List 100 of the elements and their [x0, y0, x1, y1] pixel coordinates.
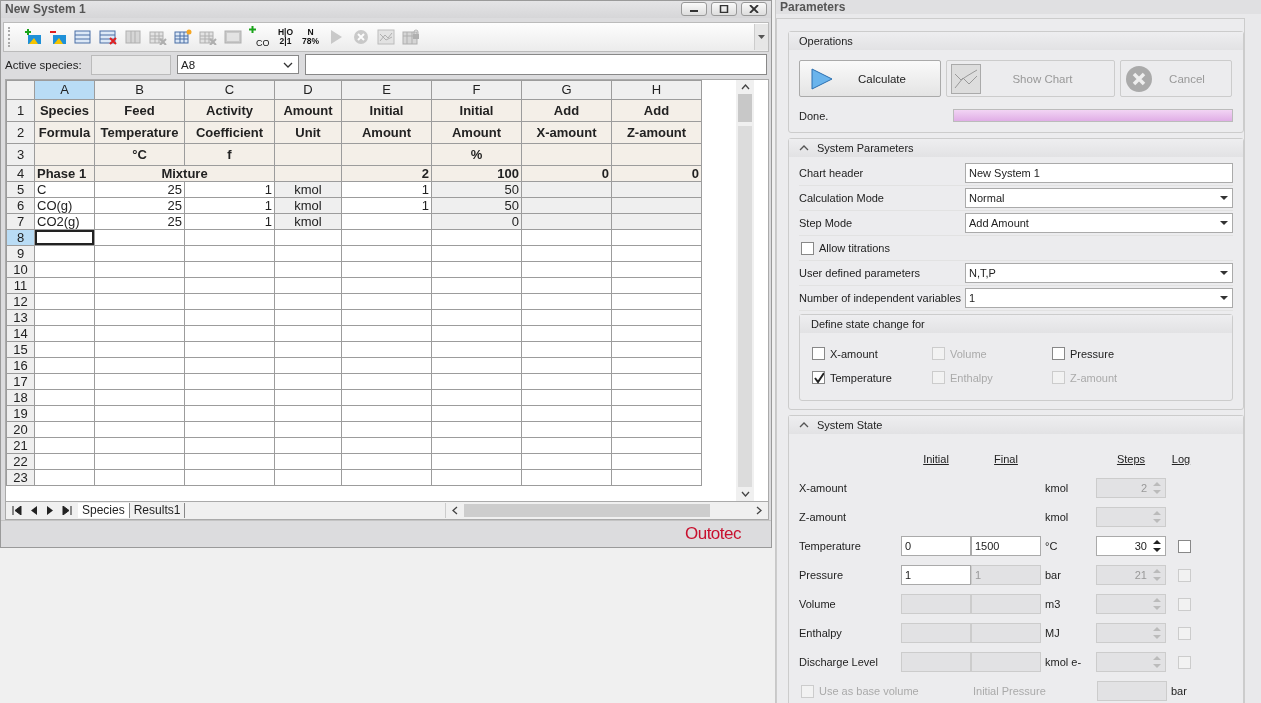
formula-field[interactable]	[305, 54, 767, 76]
logo-text: Outotec	[684, 524, 741, 545]
cell-name-box[interactable]: A8	[177, 55, 299, 75]
column-heading: Initial	[923, 453, 949, 465]
row-label: Pressure	[799, 569, 845, 581]
selected-cell[interactable]	[34, 230, 95, 246]
row-header[interactable]: 2	[6, 122, 35, 144]
scroll-thumb[interactable]	[464, 504, 710, 518]
column-header[interactable]: F	[431, 81, 522, 100]
maximize-button[interactable]	[711, 2, 737, 17]
spin-arrows-icon	[1153, 481, 1161, 495]
caret-icon	[1220, 196, 1228, 200]
final-field[interactable]: 1500	[971, 536, 1041, 556]
vertical-scrollbar[interactable]	[736, 80, 754, 502]
dropdown[interactable]: Add Amount	[965, 213, 1233, 233]
row-label: Volume	[799, 598, 837, 610]
field-label: User defined parameters	[799, 267, 922, 279]
checkbox-label: Z-amount	[1070, 371, 1118, 384]
dropdown[interactable]: Normal	[965, 188, 1233, 208]
spin-arrows-icon	[1153, 510, 1161, 524]
initial-field[interactable]: 0	[901, 536, 971, 556]
row-header[interactable]: 3	[6, 144, 35, 166]
remove-image-icon	[49, 28, 67, 45]
unit-label: kmol	[1044, 482, 1070, 494]
toolbar-button[interactable]: H|O 2|1	[274, 25, 297, 48]
caret-icon	[1220, 296, 1228, 300]
plus-icon	[249, 25, 256, 33]
initial-pressure-field[interactable]	[1097, 681, 1167, 701]
checkbox-label: Enthalpy	[950, 371, 993, 384]
checkbox-label: Temperature	[830, 371, 892, 384]
column-header[interactable]: A	[34, 81, 95, 100]
window-icon	[224, 28, 242, 45]
checkbox-label: X-amount	[830, 347, 878, 360]
last-sheet-icon[interactable]	[62, 506, 72, 516]
scroll-thumb[interactable]	[738, 94, 752, 123]
column-header[interactable]: H	[611, 81, 702, 100]
unit-label: MJ	[1044, 627, 1061, 639]
row-header[interactable]: 1	[6, 100, 35, 122]
locked-table-icon	[401, 28, 420, 45]
chevron-up-icon	[740, 84, 750, 91]
delete-table-icon	[99, 28, 117, 45]
previous-sheet-icon[interactable]	[30, 506, 38, 516]
chevron-down-icon	[740, 491, 750, 498]
table-cell: CO(g)	[34, 198, 95, 214]
column-header[interactable]: G	[521, 81, 612, 100]
table-cell: CO2(g)	[34, 214, 95, 230]
first-sheet-icon[interactable]	[12, 506, 22, 516]
checkbox[interactable]	[1052, 347, 1065, 360]
row-label: Enthalpy	[799, 627, 843, 639]
table-cell: 1	[184, 214, 275, 230]
table-cell: C	[34, 182, 95, 198]
calculate-button[interactable]: Calculate	[799, 60, 941, 97]
column-header[interactable]: E	[341, 81, 432, 100]
log-checkbox[interactable]	[1178, 539, 1191, 553]
active-species-field[interactable]	[91, 54, 171, 75]
caret-icon	[1220, 271, 1228, 275]
minimize-button[interactable]	[681, 2, 707, 17]
column-header[interactable]: D	[274, 81, 342, 100]
checkbox-label: Allow titrations	[819, 242, 890, 254]
chevron-icon	[799, 422, 809, 428]
section-header[interactable]: System State	[789, 416, 1243, 434]
unit-label: kmol	[1044, 511, 1070, 523]
dropdown[interactable]: 1	[965, 288, 1233, 308]
close-button[interactable]	[741, 2, 767, 17]
toolbar-button[interactable]: N 78%	[299, 25, 322, 48]
checkbox[interactable]	[812, 347, 825, 360]
dropdown[interactable]: N,T,P	[965, 263, 1233, 283]
caret-icon	[1220, 221, 1228, 225]
table-cell: 1	[341, 182, 432, 198]
spin-arrows-icon	[1153, 655, 1161, 669]
field-label: Chart header	[799, 167, 865, 179]
group-title: Define state change for	[811, 318, 925, 330]
steps-spinner[interactable]: 30	[1096, 536, 1166, 556]
unit-label: °C	[1044, 540, 1059, 552]
active-species-label: Active species:	[5, 58, 83, 71]
status-text: Done.	[799, 109, 830, 122]
sheet-tab[interactable]: Species	[78, 503, 130, 519]
text-field[interactable]: New System 1	[965, 163, 1233, 183]
sheet-tab[interactable]: Results1	[129, 503, 186, 519]
checkbox-label: Volume	[950, 347, 987, 360]
checkbox[interactable]	[801, 241, 814, 255]
spin-arrows-icon	[1153, 597, 1161, 611]
initial-field[interactable]: 1	[901, 565, 971, 585]
field-label: Step Mode	[799, 217, 854, 229]
column-header[interactable]: B	[94, 81, 185, 100]
window-title: New System 1	[5, 2, 86, 17]
column-header[interactable]: C	[184, 81, 275, 100]
toolbar-overflow-button[interactable]	[754, 23, 768, 50]
field-label: Calculation Mode	[799, 192, 885, 204]
chart-icon	[951, 63, 981, 94]
add-species-button[interactable]: CO	[247, 25, 272, 48]
table-rows-icon	[74, 28, 92, 45]
chevron-icon	[799, 145, 809, 151]
row-label: X-amount	[799, 482, 848, 494]
next-sheet-icon[interactable]	[46, 506, 54, 516]
checkbox[interactable]	[812, 371, 825, 384]
checkbox-label: Pressure	[1070, 347, 1115, 360]
unit-label: bar	[1044, 569, 1062, 581]
table-cell: 1	[184, 198, 275, 214]
section-header[interactable]: System Parameters	[789, 139, 1243, 157]
